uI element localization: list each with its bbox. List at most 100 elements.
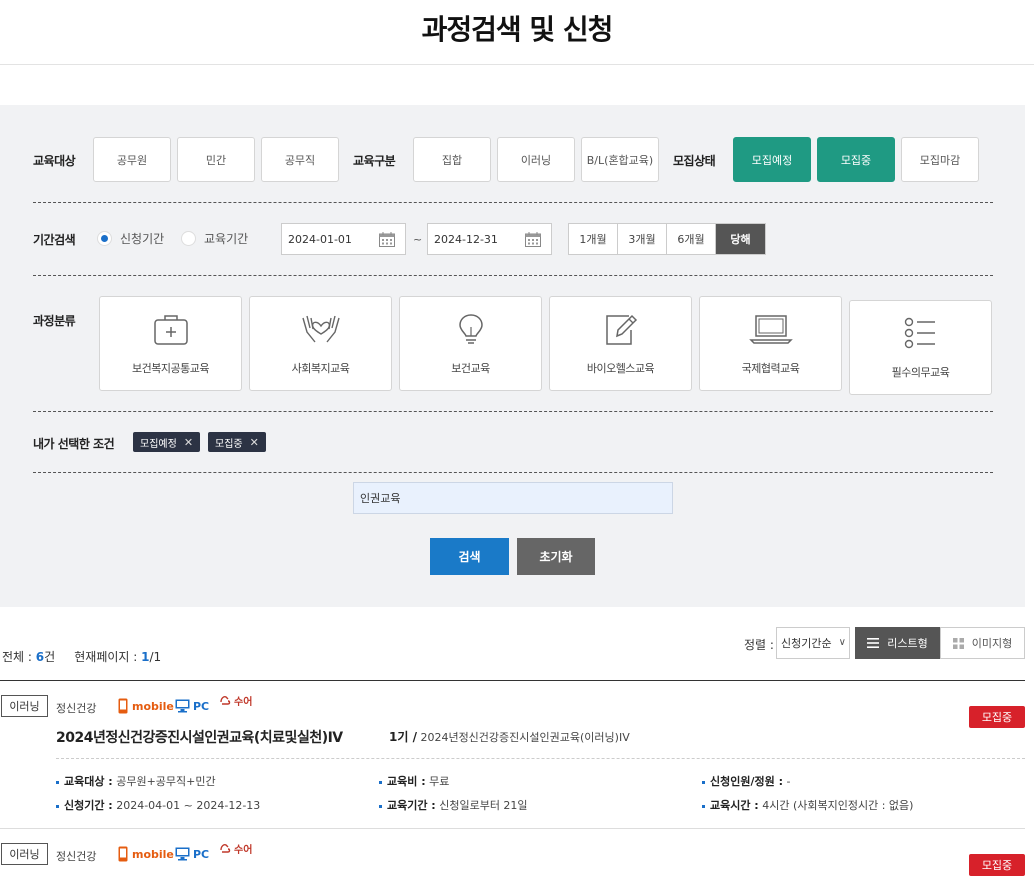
- category-social-welfare[interactable]: 사회복지교육: [249, 296, 392, 391]
- end-date-input[interactable]: 2024-12-31: [427, 223, 552, 255]
- info-divider: [56, 758, 1025, 759]
- mobile-icon: [118, 698, 128, 714]
- course-capacity: 신청인원/정원 : -: [702, 773, 790, 789]
- pc-badge: PC: [175, 699, 209, 713]
- mobile-label: mobile: [132, 847, 174, 861]
- radio-apply-label: 신청기간: [120, 232, 165, 246]
- result-summary: 전체 : 6건 현재페이지 : 1/1: [2, 648, 161, 665]
- selected-conditions-label: 내가 선택한 조건: [33, 437, 115, 451]
- lightbulb-icon: [458, 314, 483, 344]
- sort-value: 신청기간순: [781, 637, 832, 650]
- total-count: 6: [35, 650, 45, 664]
- sort-select[interactable]: 신청기간순 ∨: [776, 627, 850, 659]
- type-option-elearning[interactable]: 이러닝: [497, 137, 575, 182]
- type-label: 교육구분: [353, 154, 396, 168]
- list-view-icon: [867, 638, 880, 648]
- radio-apply-period[interactable]: 신청기간: [97, 230, 164, 247]
- course-apply-period: 신청기간 : 2024-04-01 ~ 2024-12-13: [56, 797, 260, 813]
- page-title: 과정검색 및 신청: [421, 13, 614, 46]
- course-fee: 교육비 : 무료: [379, 773, 449, 789]
- section-divider: [33, 275, 993, 276]
- section-divider: [33, 411, 993, 412]
- list-top-rule: [0, 680, 1025, 681]
- title-divider: [0, 64, 1034, 65]
- view-image-button[interactable]: 이미지형: [940, 627, 1025, 659]
- selected-tag-upcoming[interactable]: 모집예정 ✕: [133, 432, 201, 452]
- category-international[interactable]: 국제협력교육: [699, 296, 842, 391]
- tag-text: 모집예정: [140, 438, 177, 450]
- keyword-input[interactable]: [353, 482, 673, 514]
- view-list-label: 리스트형: [887, 637, 928, 650]
- session-number: 1기 /: [389, 730, 417, 744]
- pc-badge: PC: [175, 847, 209, 861]
- mobile-label: mobile: [132, 699, 174, 713]
- status-option-open[interactable]: 모집중: [817, 137, 895, 182]
- mobile-badge: mobile: [118, 698, 174, 714]
- section-divider: [33, 472, 993, 473]
- close-icon[interactable]: ✕: [184, 436, 193, 449]
- category-bio-health[interactable]: 바이오헬스교육: [549, 296, 692, 391]
- target-option-private[interactable]: 민간: [177, 137, 255, 182]
- page-label: 현재페이지 :: [74, 650, 142, 664]
- target-label: 교육대상: [33, 154, 76, 168]
- section-divider: [33, 202, 993, 203]
- radio-unchecked-icon: [181, 231, 196, 246]
- mobile-icon: [118, 846, 128, 862]
- pc-label: PC: [193, 699, 210, 713]
- category-label-text: 사회복지교육: [291, 362, 350, 375]
- sign-language-icon: [220, 844, 231, 853]
- category-health[interactable]: 보건교육: [399, 296, 542, 391]
- reset-button[interactable]: 초기화: [517, 538, 595, 575]
- status-label: 모집상태: [673, 154, 716, 168]
- category-label-text: 바이오헬스교육: [586, 362, 655, 375]
- course-title-link[interactable]: 2024년정신건강증진시설인권교육(치료및실천)IV: [56, 727, 343, 747]
- period-label: 기간검색: [33, 233, 76, 247]
- course-category: 정신건강: [56, 702, 97, 715]
- period-this-year-button[interactable]: 당해: [716, 224, 765, 254]
- type-option-offline[interactable]: 집합: [413, 137, 491, 182]
- date-range-separator: ~: [413, 233, 423, 246]
- laptop-icon: [748, 315, 793, 344]
- start-date-input[interactable]: 2024-01-01: [281, 223, 406, 255]
- radio-edu-period[interactable]: 교육기간: [181, 230, 248, 247]
- medical-kit-icon: [153, 315, 188, 345]
- course-status-badge: 모집중: [969, 854, 1025, 876]
- page-total: /1: [149, 650, 162, 664]
- period-3-month-button[interactable]: 3개월: [618, 224, 667, 254]
- view-list-button[interactable]: 리스트형: [855, 627, 940, 659]
- calendar-icon[interactable]: [525, 232, 541, 247]
- search-button[interactable]: 검색: [430, 538, 509, 575]
- category-label-text: 필수의무교육: [891, 366, 950, 379]
- list-icon: [904, 317, 935, 349]
- period-1-month-button[interactable]: 1개월: [569, 224, 618, 254]
- target-option-civil-servant[interactable]: 공무원: [93, 137, 171, 182]
- radio-checked-icon: [97, 231, 112, 246]
- sign-label: 수어: [234, 845, 253, 856]
- course-target: 교육대상 : 공무원+공무직+민간: [56, 773, 216, 789]
- category-label-text: 국제협력교육: [741, 362, 800, 375]
- pc-label: PC: [193, 847, 210, 861]
- course-edu-period: 교육기간 : 신청일로부터 21일: [379, 797, 528, 813]
- period-6-month-button[interactable]: 6개월: [667, 224, 716, 254]
- tag-text: 모집중: [215, 438, 243, 450]
- type-option-blended[interactable]: B/L(혼합교육): [581, 137, 659, 182]
- category-label-text: 보건복지공통교육: [132, 362, 209, 375]
- start-date-value: 2024-01-01: [288, 232, 352, 246]
- status-option-closed[interactable]: 모집마감: [901, 137, 979, 182]
- course-divider: [0, 828, 1025, 829]
- category-welfare-common[interactable]: 보건복지공통교육: [99, 296, 242, 391]
- target-option-public-worker[interactable]: 공무직: [261, 137, 339, 182]
- calendar-icon[interactable]: [379, 232, 395, 247]
- sort-label: 정렬 :: [744, 638, 774, 652]
- total-label: 전체 :: [2, 650, 36, 664]
- category-mandatory[interactable]: 필수의무교육: [849, 300, 992, 395]
- category-label: 과정분류: [33, 314, 76, 328]
- sign-language-badge: 수어: [219, 841, 252, 856]
- selected-tag-open[interactable]: 모집중 ✕: [208, 432, 266, 452]
- course-category: 정신건강: [56, 850, 97, 863]
- status-option-upcoming[interactable]: 모집예정: [733, 137, 811, 182]
- close-icon[interactable]: ✕: [250, 436, 259, 449]
- course-hours: 교육시간 : 4시간 (사회복지인정시간 : 없음): [702, 797, 913, 813]
- course-session: 1기 / 2024년정신건강증진시설인권교육(이러닝)IV: [389, 728, 630, 745]
- grid-view-icon: [952, 637, 964, 649]
